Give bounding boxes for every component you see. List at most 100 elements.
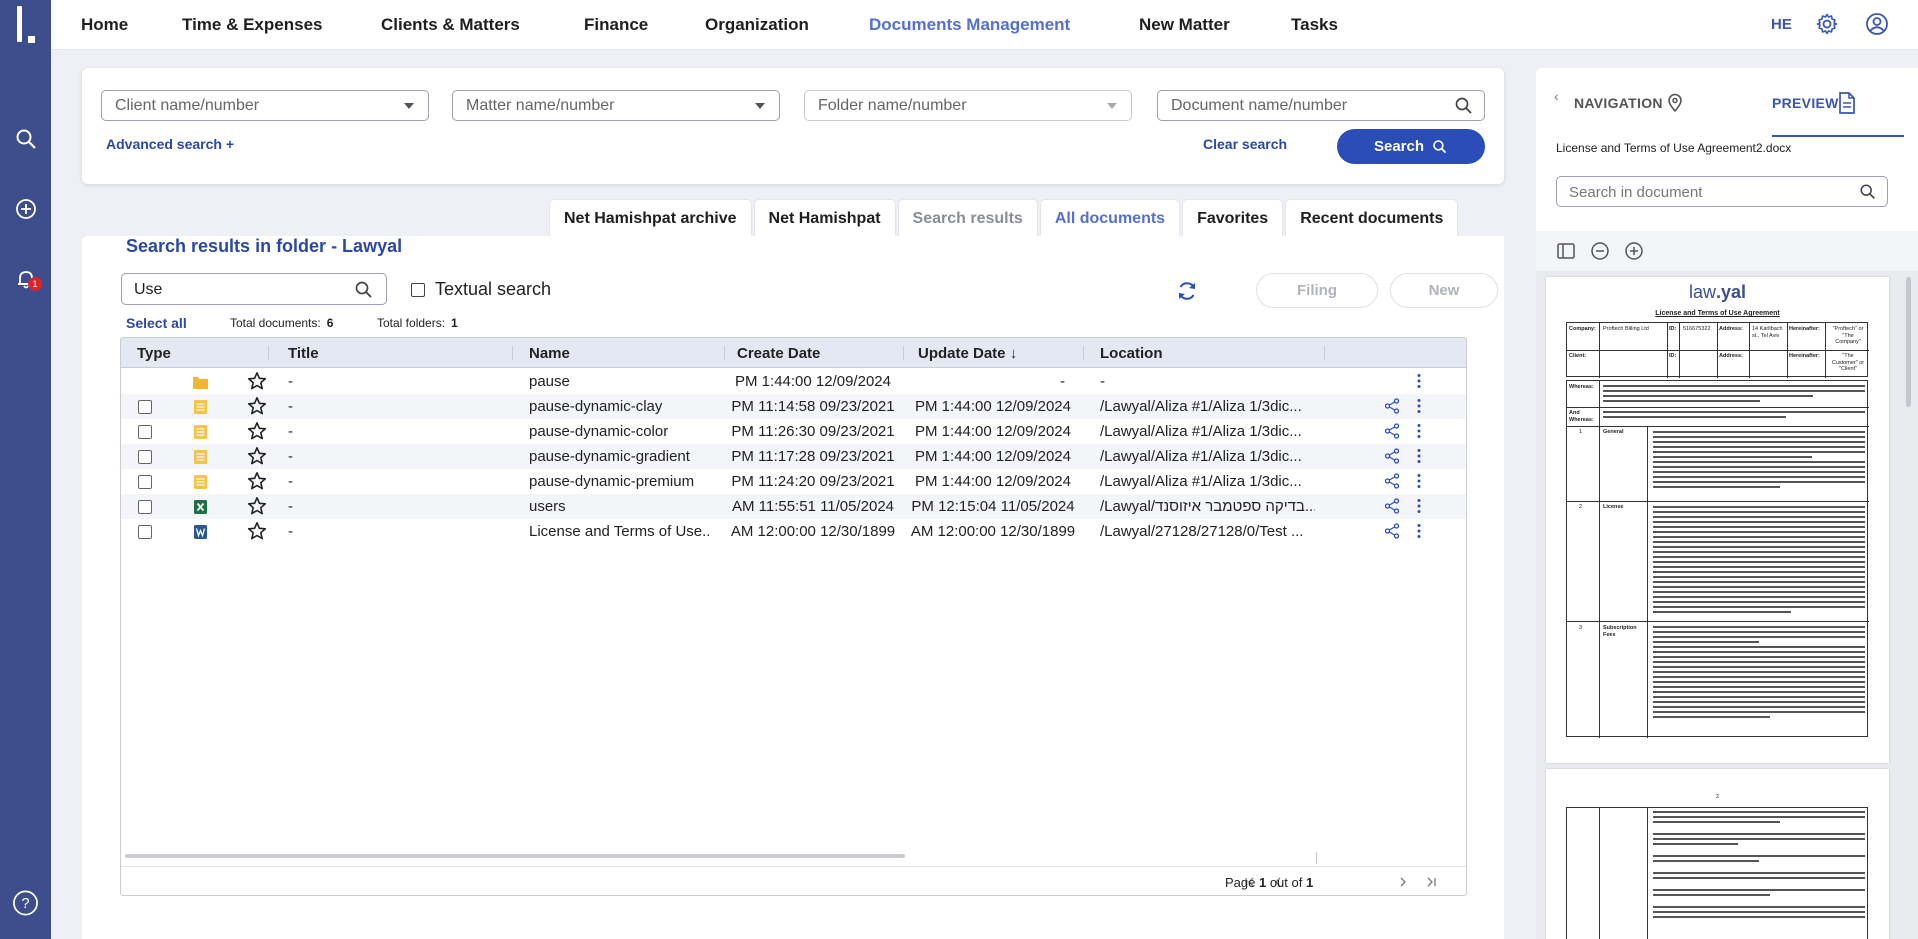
preview-tab[interactable]: PREVIEW (1772, 95, 1839, 111)
textual-search-toggle[interactable]: Textual search (411, 279, 551, 300)
nav-clients-matters[interactable]: Clients & Matters (381, 15, 520, 35)
more-options-icon[interactable] (1416, 398, 1422, 414)
account-icon[interactable] (1865, 12, 1889, 36)
row-checkbox[interactable] (138, 425, 152, 439)
document-search-input[interactable]: Document name/number (1157, 90, 1485, 121)
client-select[interactable]: Client name/number (101, 90, 429, 121)
search-icon[interactable] (12, 125, 39, 152)
tab-search-results[interactable]: Search results (897, 199, 1038, 237)
nav-documents-management[interactable]: Documents Management (869, 15, 1070, 35)
cell-name[interactable]: pause-dynamic-color (529, 423, 709, 440)
share-icon[interactable] (1384, 398, 1400, 414)
tab-net-hamishpat-archive[interactable]: Net Hamishpat archive (549, 199, 752, 237)
share-icon[interactable] (1384, 523, 1400, 539)
more-options-icon[interactable] (1416, 448, 1422, 464)
new-button[interactable]: New (1390, 273, 1498, 308)
more-options-icon[interactable] (1416, 523, 1422, 539)
help-icon[interactable]: ? (12, 889, 39, 916)
favorite-star-icon[interactable] (247, 521, 267, 541)
nav-time-expenses[interactable]: Time & Expenses (182, 15, 322, 35)
cell-location: /Lawyal/Aliza #1/Aliza 1/3dic... (1100, 473, 1302, 490)
share-icon[interactable] (1384, 498, 1400, 514)
table-row[interactable]: - pause PM 1:44:00 12/09/2024 - - (121, 369, 1466, 394)
nav-new-matter[interactable]: New Matter (1139, 15, 1230, 35)
zoom-in-icon[interactable] (1624, 241, 1644, 261)
row-checkbox[interactable] (138, 450, 152, 464)
total-documents: Total documents: 6 (230, 316, 334, 330)
user-initials[interactable]: HE (1771, 16, 1792, 33)
tab-recent-documents[interactable]: Recent documents (1285, 199, 1459, 237)
row-checkbox[interactable] (138, 500, 152, 514)
table-row[interactable]: - pause-dynamic-color PM 11:26:30 09/23/20… (121, 419, 1466, 444)
row-checkbox[interactable] (138, 475, 152, 489)
table-row[interactable]: - users AM 11:55:51 11/05/2024 PM 12:15:04 … (121, 494, 1466, 519)
textual-search-checkbox[interactable] (411, 282, 425, 297)
cell-name[interactable]: pause-dynamic-clay (529, 398, 709, 415)
add-icon[interactable] (12, 195, 39, 222)
next-page-icon[interactable] (1396, 875, 1410, 889)
cell-name[interactable]: users (529, 498, 709, 515)
share-icon[interactable] (1384, 473, 1400, 489)
refresh-icon[interactable] (1175, 279, 1199, 303)
tab-favorites[interactable]: Favorites (1182, 199, 1284, 237)
row-checkbox[interactable] (138, 400, 152, 414)
col-title[interactable]: Title (288, 345, 319, 362)
search-button[interactable]: Search (1337, 129, 1485, 164)
table-row[interactable]: - pause-dynamic-clay PM 11:14:58 09/23/202… (121, 394, 1466, 419)
navigation-tab[interactable]: NAVIGATION (1574, 95, 1663, 111)
cell-name[interactable]: pause-dynamic-premium (529, 473, 709, 490)
favorite-star-icon[interactable] (247, 396, 267, 416)
location-pin-icon[interactable] (1666, 93, 1684, 113)
col-location[interactable]: Location (1100, 345, 1163, 362)
gear-icon[interactable] (1815, 12, 1839, 36)
favorite-star-icon[interactable] (247, 446, 267, 466)
nav-organization[interactable]: Organization (705, 15, 809, 35)
row-checkbox[interactable] (138, 525, 152, 539)
horizontal-scrollbar[interactable] (125, 854, 905, 858)
matter-select[interactable]: Matter name/number (452, 90, 780, 121)
bell-icon[interactable]: 1 (12, 265, 42, 292)
table-row[interactable]: - pause-dynamic-gradient PM 11:17:28 09/23… (121, 444, 1466, 469)
lawyal-logo[interactable] (14, 6, 36, 46)
tab-all-documents[interactable]: All documents (1039, 199, 1181, 237)
share-icon[interactable] (1384, 448, 1400, 464)
favorite-star-icon[interactable] (247, 421, 267, 441)
last-page-icon[interactable] (1424, 875, 1438, 889)
cell-create-date: PM 11:24:20 09/23/2021 (731, 473, 895, 490)
col-name[interactable]: Name (529, 345, 570, 362)
search-in-document-input[interactable]: Search in document (1556, 176, 1888, 207)
cell-name[interactable]: pause-dynamic-gradient (529, 448, 709, 465)
table-row[interactable]: - pause-dynamic-premium PM 11:24:20 09/23/… (121, 469, 1466, 494)
document-viewer[interactable]: law.yal License and Terms of Use Agreeme… (1536, 271, 1918, 939)
chevron-left-icon[interactable]: ‹ (1554, 88, 1559, 104)
table-row[interactable]: - License and Terms of Use... AM 12:00:00 … (121, 519, 1466, 544)
cell-name[interactable]: pause (529, 373, 709, 390)
zoom-out-icon[interactable] (1590, 241, 1610, 261)
cell-update-date: PM 1:44:00 12/09/2024 (915, 473, 1071, 490)
filing-button[interactable]: Filing (1256, 273, 1378, 308)
col-update-date[interactable]: Update Date ↓ (918, 345, 1017, 362)
cell-name[interactable]: License and Terms of Use... (529, 523, 709, 540)
nav-tasks[interactable]: Tasks (1291, 15, 1338, 35)
clear-search-link[interactable]: Clear search (1203, 136, 1287, 152)
advanced-search-link[interactable]: Advanced search + (106, 136, 234, 152)
col-create-date[interactable]: Create Date (737, 345, 820, 362)
cell-update-date: PM 12:15:04 11/05/2024 (911, 498, 1075, 515)
folder-select[interactable]: Folder name/number (804, 90, 1132, 121)
share-icon[interactable] (1384, 423, 1400, 439)
favorite-star-icon[interactable] (247, 471, 267, 491)
col-type[interactable]: Type (137, 345, 171, 362)
vertical-scrollbar[interactable] (1906, 277, 1911, 407)
more-options-icon[interactable] (1416, 373, 1422, 389)
favorite-star-icon[interactable] (247, 496, 267, 516)
select-all-link[interactable]: Select all (126, 315, 187, 331)
tab-net-hamishpat[interactable]: Net Hamishpat (753, 199, 896, 237)
results-filter-input[interactable]: Use (121, 273, 387, 305)
nav-finance[interactable]: Finance (584, 15, 648, 35)
nav-home[interactable]: Home (81, 15, 128, 35)
more-options-icon[interactable] (1416, 473, 1422, 489)
sidebar-toggle-icon[interactable] (1556, 241, 1576, 261)
more-options-icon[interactable] (1416, 498, 1422, 514)
favorite-star-icon[interactable] (247, 371, 267, 391)
more-options-icon[interactable] (1416, 423, 1422, 439)
